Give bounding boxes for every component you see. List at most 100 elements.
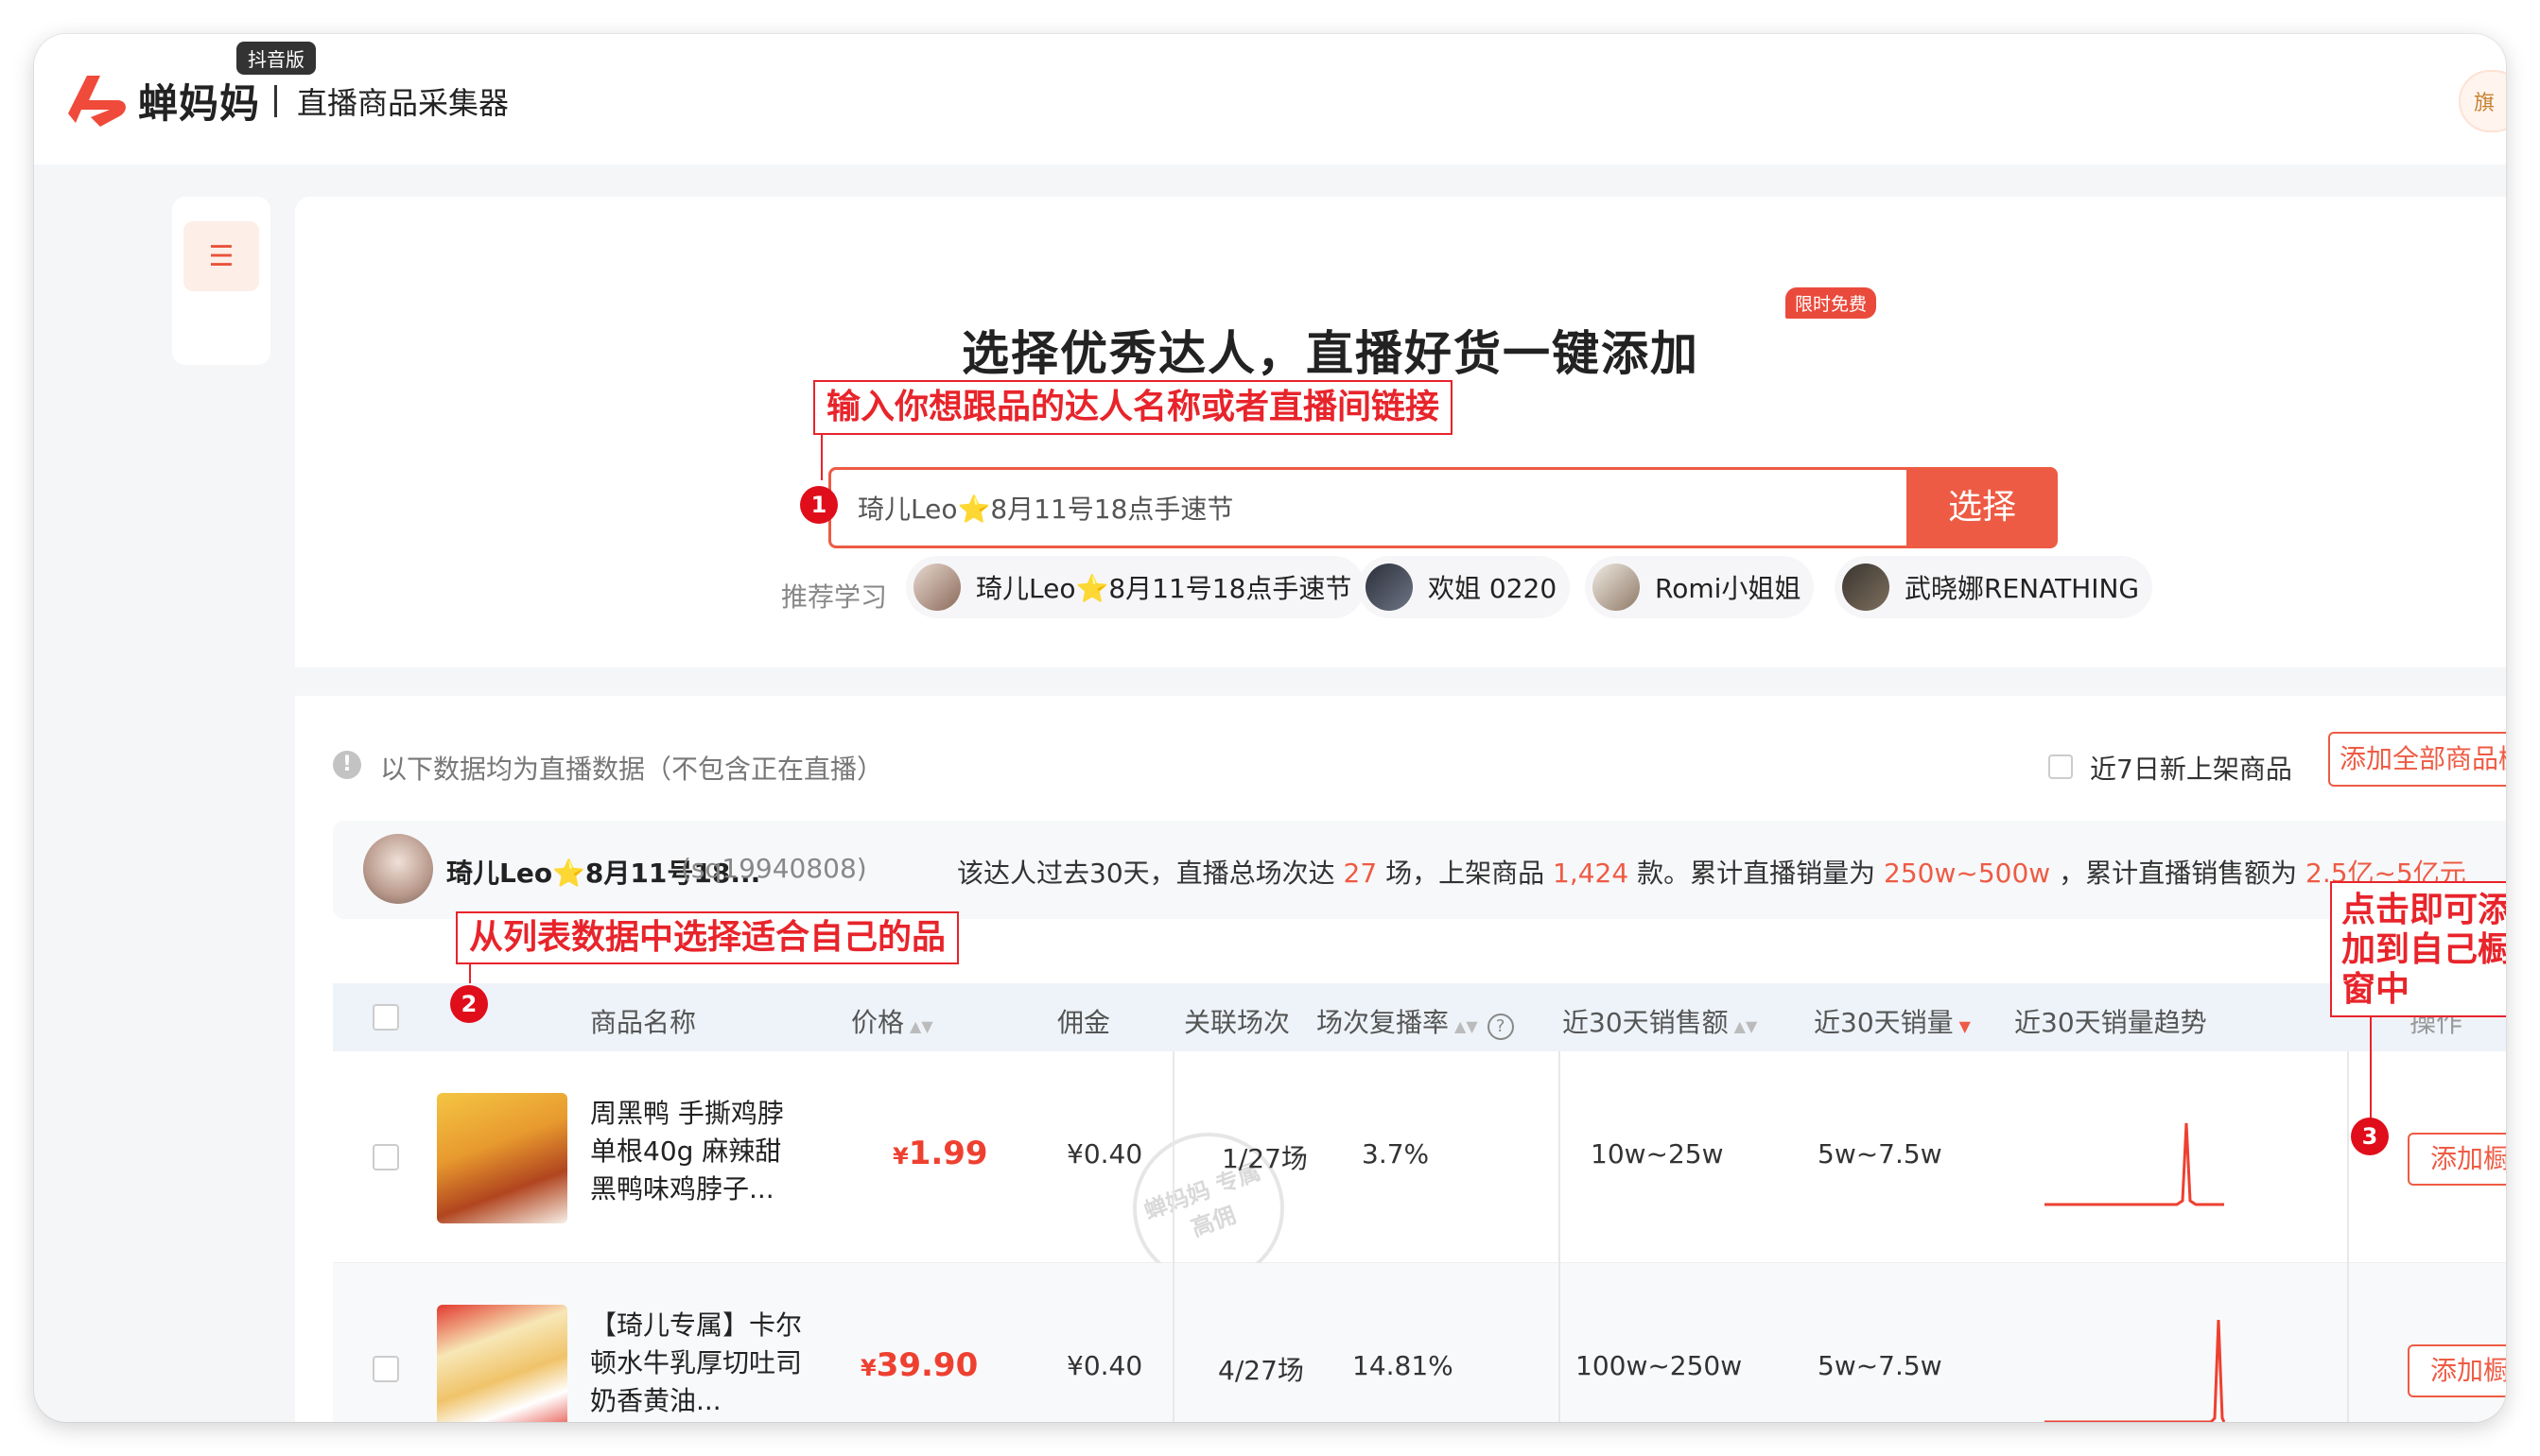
brand-name: 蝉妈妈 bbox=[138, 80, 261, 127]
recommend-label: 推荐学习 bbox=[781, 581, 888, 613]
table-header: 商品名称 价格 ▲▼ 佣金 关联场次 场次复播率 ▲▼? 近30天销售额 ▲▼ 近30… bbox=[333, 983, 2506, 1051]
recommend-chip-label: 欢姐 0220 bbox=[1428, 573, 1557, 604]
product-image[interactable] bbox=[437, 1305, 567, 1422]
select-all-checkbox[interactable] bbox=[373, 1004, 399, 1031]
annotation-3: 点击即可添加到自己橱窗中 bbox=[2330, 881, 2506, 1017]
free-tag: 限时免费 bbox=[1785, 287, 1877, 319]
table-row: 周黑鸭 手撕鸡脖单根40g 麻辣甜黑鸭味鸡脖子... 蝉妈妈 专属高佣 ¥1.9… bbox=[333, 1051, 2506, 1306]
app-subtitle: 直播商品采集器 bbox=[297, 85, 510, 121]
annotation-badge-1: 1 bbox=[800, 486, 838, 524]
stats-products: 1,424 bbox=[1553, 858, 1629, 889]
product-name[interactable]: 【琦儿专属】卡尔顿水牛乳厚切吐司奶香黄油... bbox=[590, 1307, 808, 1420]
app-window: 蝉妈妈 抖音版 直播商品采集器 旗 ☰ 选择优秀达人，直播好货一键添加 限时免费… bbox=[34, 34, 2506, 1422]
vip-icon: 旗 bbox=[2474, 92, 2496, 115]
avatar bbox=[913, 563, 961, 611]
product-price: ¥39.90 bbox=[861, 1346, 978, 1384]
influencer-summary: 琦儿Leo⭐8月11号18... (sq19940808) 该达人过去30天，直… bbox=[333, 821, 2506, 919]
th-commission: 佣金 bbox=[1057, 1007, 1111, 1038]
help-icon[interactable]: ? bbox=[1487, 1014, 1514, 1040]
th-name: 商品名称 bbox=[590, 1007, 697, 1038]
top-bar: 蝉妈妈 抖音版 直播商品采集器 旗 bbox=[34, 34, 2506, 165]
product-price: ¥1.99 bbox=[893, 1135, 988, 1172]
th-price[interactable]: 价格 ▲▼ bbox=[851, 1002, 933, 1040]
commission: ¥0.40 bbox=[1067, 1350, 1143, 1381]
column-divider bbox=[2347, 1263, 2349, 1422]
recommend-chip[interactable]: 武晓娜RENATHING bbox=[1835, 556, 2153, 618]
add-all-button[interactable]: 添加全部商品橱窗 bbox=[2328, 732, 2506, 787]
th-replay-rate[interactable]: 场次复播率 ▲▼? bbox=[1316, 1002, 1514, 1040]
annotation-2: 从列表数据中选择适合自己的品 bbox=[456, 911, 960, 964]
recommend-chip-label: Romi小姐姐 bbox=[1655, 573, 1801, 604]
row-checkbox[interactable] bbox=[373, 1144, 399, 1170]
currency: ¥ bbox=[861, 1355, 877, 1381]
replay-rate: 14.81% bbox=[1352, 1350, 1453, 1381]
search-box bbox=[828, 467, 1910, 548]
stats-text: 场，上架商品 bbox=[1385, 858, 1545, 889]
avatar bbox=[1842, 563, 1889, 611]
sessions: 1/27场 bbox=[1222, 1143, 1308, 1174]
sort-icon: ▲▼ bbox=[910, 1017, 933, 1035]
product-image[interactable] bbox=[437, 1093, 567, 1223]
stats-sessions: 27 bbox=[1343, 858, 1378, 889]
list-menu-icon[interactable]: ☰ bbox=[183, 221, 259, 291]
select-button[interactable]: 选择 bbox=[1906, 467, 2058, 548]
recommend-chip-label: 琦儿Leo⭐8月11号18点手速节 bbox=[976, 573, 1352, 604]
row-checkbox[interactable] bbox=[373, 1356, 399, 1382]
stats-text: 款。累计直播销量为 bbox=[1637, 858, 1876, 889]
th-sales-amount-label: 近30天销售额 bbox=[1562, 1007, 1729, 1038]
avatar bbox=[1366, 563, 1413, 611]
hero-title: 选择优秀达人，直播好货一键添加 bbox=[962, 326, 1699, 381]
avatar bbox=[363, 834, 433, 904]
new-items-label: 近7日新上架商品 bbox=[2090, 754, 2292, 785]
recommend-chip[interactable]: 欢姐 0220 bbox=[1358, 556, 1571, 618]
sales-amount: 100w~250w bbox=[1575, 1350, 1743, 1381]
add-showcase-button[interactable]: 添加橱窗 bbox=[2408, 1344, 2506, 1397]
column-divider bbox=[1173, 1051, 1174, 1263]
side-panel: ☰ bbox=[172, 197, 270, 365]
search-input[interactable] bbox=[858, 487, 1803, 529]
notice-text: 以下数据均为直播数据（不包含正在直播） bbox=[380, 754, 884, 785]
column-divider bbox=[1558, 1051, 1560, 1263]
logo-icon bbox=[68, 76, 126, 127]
product-name[interactable]: 周黑鸭 手撕鸡脖单根40g 麻辣甜黑鸭味鸡脖子... bbox=[590, 1095, 808, 1208]
section-divider bbox=[295, 667, 2506, 696]
sales-trend-sparkline bbox=[2044, 1319, 2226, 1422]
annotation-badge-2: 2 bbox=[450, 985, 488, 1023]
annotation-1: 输入你想跟品的达人名称或者直播间链接 bbox=[813, 380, 1453, 435]
th-sales-amount[interactable]: 近30天销售额 ▲▼ bbox=[1562, 1002, 1757, 1040]
avatar bbox=[1592, 563, 1640, 611]
main-panel: 选择优秀达人，直播好货一键添加 限时免费 输入你想跟品的达人名称或者直播间链接 … bbox=[295, 197, 2506, 1422]
stats-text: ，累计直播销售额为 bbox=[2059, 858, 2298, 889]
th-sales-volume[interactable]: 近30天销量 ▼ bbox=[1814, 1002, 1971, 1040]
influencer-stats: 该达人过去30天，直播总场次达 27 场，上架商品 1,424 款。累计直播销量… bbox=[957, 853, 2466, 891]
th-sessions: 关联场次 bbox=[1184, 1007, 1291, 1038]
sales-amount: 10w~25w bbox=[1591, 1138, 1724, 1170]
brand-separator bbox=[274, 85, 277, 117]
stats-sales-volume: 250w~500w bbox=[1884, 858, 2051, 889]
th-sales-volume-label: 近30天销量 bbox=[1814, 1007, 1954, 1038]
column-divider bbox=[1173, 1263, 1174, 1422]
recommend-chip[interactable]: 琦儿Leo⭐8月11号18点手速节 bbox=[906, 556, 1366, 618]
stats-text: 该达人过去30天，直播总场次达 bbox=[957, 858, 1335, 889]
new-items-checkbox[interactable] bbox=[2048, 754, 2073, 779]
th-trend: 近30天销量趋势 bbox=[2014, 1007, 2207, 1038]
recommend-chip-label: 武晓娜RENATHING bbox=[1905, 573, 2140, 604]
annotation-1-line bbox=[821, 435, 823, 480]
alert-icon: ! bbox=[333, 751, 361, 779]
sort-desc-icon: ▼ bbox=[1958, 1017, 1971, 1035]
commission: ¥0.40 bbox=[1067, 1138, 1143, 1170]
sessions: 4/27场 bbox=[1218, 1355, 1304, 1386]
user-menu[interactable]: 旗 bbox=[2459, 70, 2506, 132]
column-divider bbox=[1558, 1263, 1560, 1422]
table-row: 【琦儿专属】卡尔顿水牛乳厚切吐司奶香黄油... ¥39.90 ¥0.40 4/2… bbox=[333, 1263, 2506, 1422]
currency: ¥ bbox=[893, 1143, 909, 1170]
sales-volume: 5w~7.5w bbox=[1818, 1350, 1942, 1381]
influencer-id: (sq19940808) bbox=[681, 853, 867, 884]
sales-volume: 5w~7.5w bbox=[1818, 1138, 1942, 1170]
add-showcase-button[interactable]: 添加橱窗 bbox=[2408, 1133, 2506, 1186]
th-price-label: 价格 bbox=[851, 1007, 905, 1038]
recommend-chip[interactable]: Romi小姐姐 bbox=[1585, 556, 1815, 618]
th-replay-label: 场次复播率 bbox=[1316, 1007, 1450, 1038]
sort-icon: ▲▼ bbox=[1454, 1017, 1478, 1035]
column-divider bbox=[2347, 1051, 2349, 1263]
